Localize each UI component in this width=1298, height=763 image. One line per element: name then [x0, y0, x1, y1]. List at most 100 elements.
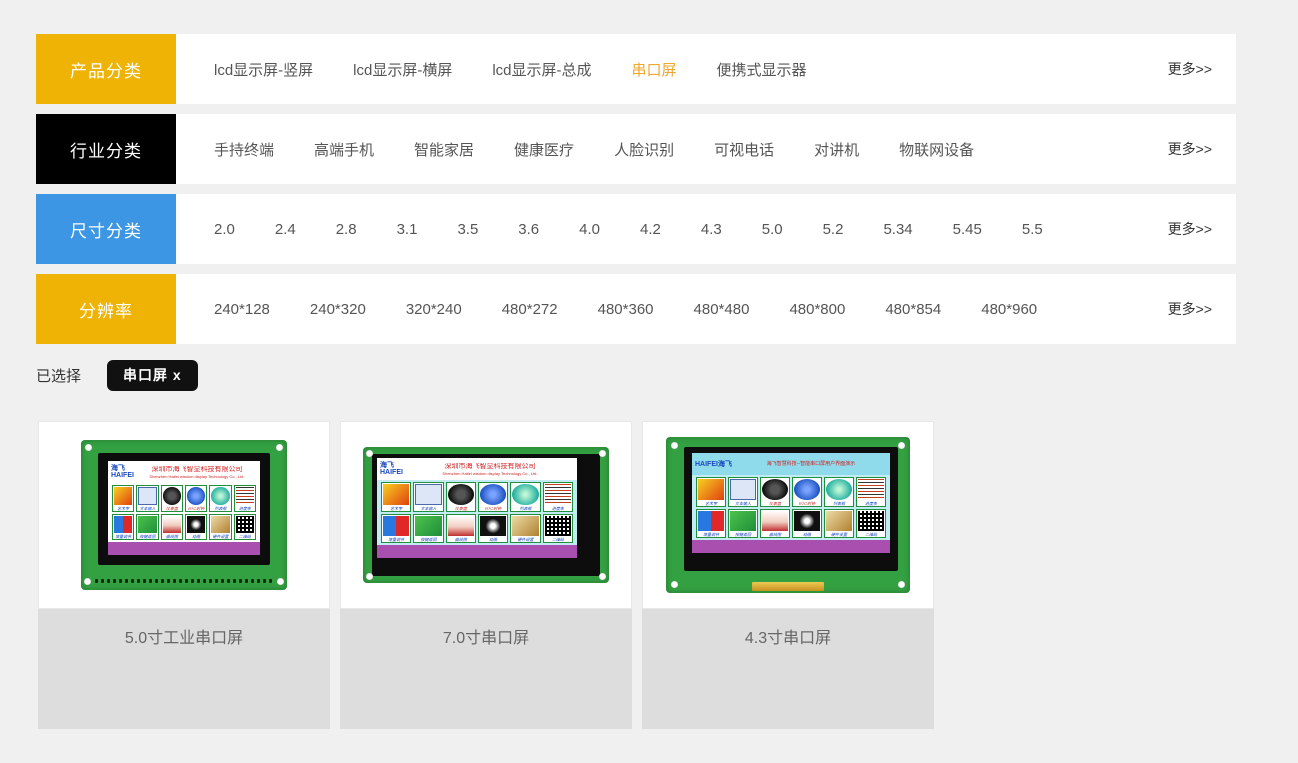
filter-item[interactable]: 高端手机: [314, 139, 374, 160]
product-image[interactable]: 海飞 HAIFEI深圳市海飞智显科技有限公司Shenzhen Haifei wi…: [38, 421, 330, 609]
product-title[interactable]: 7.0寸串口屏: [340, 609, 632, 648]
demo-icon: 二维码: [234, 514, 256, 541]
selected-filter-tag[interactable]: 串口屏 x: [107, 360, 198, 391]
demo-icon-face: [187, 516, 205, 534]
filter-item[interactable]: 480*854: [885, 301, 941, 318]
demo-icon-face: [415, 516, 441, 537]
demo-icon-label: 二维码: [544, 537, 572, 542]
product-card[interactable]: 海飞 HAIFEI深圳市海飞智显科技有限公司Shenzhen Haifei wi…: [340, 421, 632, 729]
filter-item[interactable]: 480*800: [789, 301, 845, 318]
product-card[interactable]: 海飞 HAIFEI深圳市海飞智显科技有限公司Shenzhen Haifei wi…: [38, 421, 330, 729]
filter-item[interactable]: 320*240: [406, 301, 462, 318]
lcd-demo-screen: 海飞 HAIFEI深圳市海飞智显科技有限公司Shenzhen Haifei wi…: [108, 461, 260, 555]
filter-item[interactable]: 物联网设备: [899, 139, 974, 160]
demo-icon: 曲线图: [161, 514, 183, 541]
product-image[interactable]: 海飞 HAIFEI深圳市海飞智显科技有限公司Shenzhen Haifei wi…: [340, 421, 632, 609]
filter-item[interactable]: 对讲机: [814, 139, 859, 160]
demo-icon-label: 二维码: [857, 532, 885, 537]
filter-item[interactable]: lcd显示屏-横屏: [353, 59, 452, 80]
demo-icon-face: [512, 484, 538, 505]
filter-item[interactable]: 智能家居: [414, 139, 474, 160]
filter-item-selected[interactable]: 串口屏: [632, 59, 677, 80]
filter-item[interactable]: 3.6: [518, 221, 539, 238]
filter-row-1: 产品分类lcd显示屏-竖屏lcd显示屏-横屏lcd显示屏-总成串口屏便携式显示器…: [36, 34, 1236, 104]
filter-item[interactable]: lcd显示屏-总成: [492, 59, 591, 80]
product-title[interactable]: 4.3寸串口屏: [642, 609, 934, 648]
filter-item[interactable]: 3.5: [457, 221, 478, 238]
demo-icon: 文本输入: [728, 477, 758, 507]
filter-item[interactable]: 4.0: [579, 221, 600, 238]
filter-item[interactable]: 人脸识别: [614, 139, 674, 160]
demo-icon-label: 硬件设置: [825, 532, 853, 537]
product-title[interactable]: 5.0寸工业串口屏: [38, 609, 330, 648]
more-link[interactable]: 更多>>: [1168, 59, 1212, 79]
demo-icon-face: [698, 511, 724, 532]
demo-icon-face: [826, 511, 852, 532]
demo-icon-label: 列表框: [210, 506, 230, 511]
filter-item[interactable]: 480*960: [981, 301, 1037, 318]
filter-item[interactable]: 3.1: [397, 221, 418, 238]
product-image[interactable]: HAIFEI海飞海飞智慧科技--智能串口屏用户界面演示艺术字文本输入仪表盘RTC…: [642, 421, 934, 609]
filter-item[interactable]: 2.4: [275, 221, 296, 238]
filter-item[interactable]: lcd显示屏-竖屏: [214, 59, 313, 80]
lcd-demo-footer-bar: [108, 542, 260, 555]
filter-item[interactable]: 5.2: [823, 221, 844, 238]
more-link[interactable]: 更多>>: [1168, 139, 1212, 159]
filter-item[interactable]: 便携式显示器: [717, 59, 807, 80]
demo-icon-face: [730, 479, 756, 500]
more-link[interactable]: 更多>>: [1168, 299, 1212, 319]
demo-icon-face: [211, 516, 229, 534]
demo-icon-face: [415, 484, 441, 505]
demo-icon: 列表框: [824, 477, 854, 507]
lcd-demo-icon-grid: 艺术字文本输入仪表盘RTC时钟列表框进度条增量调节按键返回曲线图动画硬件设置二维…: [692, 475, 890, 540]
screw-hole: [85, 444, 92, 451]
filter-item[interactable]: 240*128: [214, 301, 270, 318]
demo-icon-label: RTC时钟: [479, 506, 507, 511]
filter-row-items: 手持终端 高端手机 智能家居 健康医疗 人脸识别 可视电话 对讲机 物联网设备 更多>>: [176, 114, 1236, 184]
filter-item[interactable]: 2.8: [336, 221, 357, 238]
filter-item[interactable]: 240*320: [310, 301, 366, 318]
filter-item[interactable]: 2.0: [214, 221, 235, 238]
demo-icon-label: 仪表盘: [162, 506, 182, 511]
more-link[interactable]: 更多>>: [1168, 219, 1212, 239]
demo-icon: 动画: [478, 514, 508, 544]
filter-item[interactable]: 5.0: [762, 221, 783, 238]
filter-item[interactable]: 手持终端: [214, 139, 274, 160]
screw-hole: [898, 442, 905, 449]
filter-item[interactable]: 480*360: [598, 301, 654, 318]
demo-icon: 增量调节: [112, 514, 134, 541]
demo-icon-label: 进度条: [235, 506, 255, 511]
filter-item[interactable]: 480*272: [502, 301, 558, 318]
filter-item[interactable]: 5.34: [883, 221, 912, 238]
screw-hole: [671, 442, 678, 449]
filter-item[interactable]: 4.2: [640, 221, 661, 238]
selected-label: 已选择: [36, 365, 81, 386]
demo-icon-label: 列表框: [511, 506, 539, 511]
filter-item[interactable]: 可视电话: [714, 139, 774, 160]
filter-item[interactable]: 480*480: [694, 301, 750, 318]
filter-row-items: 2.0 2.4 2.8 3.1 3.5 3.6 4.0 4.2 4.3 5.0 5.2 5.34 5.4…: [176, 194, 1236, 264]
screw-hole: [84, 578, 91, 585]
demo-icon: 硬件设置: [209, 514, 231, 541]
demo-icon-face: [236, 487, 254, 505]
demo-icon-face: [383, 484, 409, 505]
demo-icon-label: 硬件设置: [511, 537, 539, 542]
filter-item[interactable]: 4.3: [701, 221, 722, 238]
demo-icon-face: [730, 511, 756, 532]
demo-icon-face: [383, 516, 409, 537]
filter-item[interactable]: 5.45: [953, 221, 982, 238]
filter-item[interactable]: 健康医疗: [514, 139, 574, 160]
screw-hole: [599, 573, 606, 580]
demo-icon-face: [138, 487, 156, 505]
demo-icon: 文本输入: [136, 485, 158, 512]
filter-item[interactable]: 5.5: [1022, 221, 1043, 238]
lcd-demo-header-text: 深圳市海飞智显科技有限公司Shenzhen Haifei wisdom disp…: [406, 463, 574, 476]
demo-icon: 列表框: [510, 482, 540, 512]
product-card[interactable]: HAIFEI海飞海飞智慧科技--智能串口屏用户界面演示艺术字文本输入仪表盘RTC…: [642, 421, 934, 729]
demo-icon: 二维码: [543, 514, 573, 544]
lcd-demo-header: 海飞 HAIFEI深圳市海飞智显科技有限公司Shenzhen Haifei wi…: [377, 458, 577, 480]
lcd-demo-header: 海飞 HAIFEI深圳市海飞智显科技有限公司Shenzhen Haifei wi…: [108, 461, 260, 483]
demo-icon-label: 仪表盘: [447, 506, 475, 511]
screw-hole: [366, 450, 373, 457]
filter-row-3: 尺寸分类2.02.42.83.13.53.64.04.24.35.05.25.3…: [36, 194, 1236, 264]
